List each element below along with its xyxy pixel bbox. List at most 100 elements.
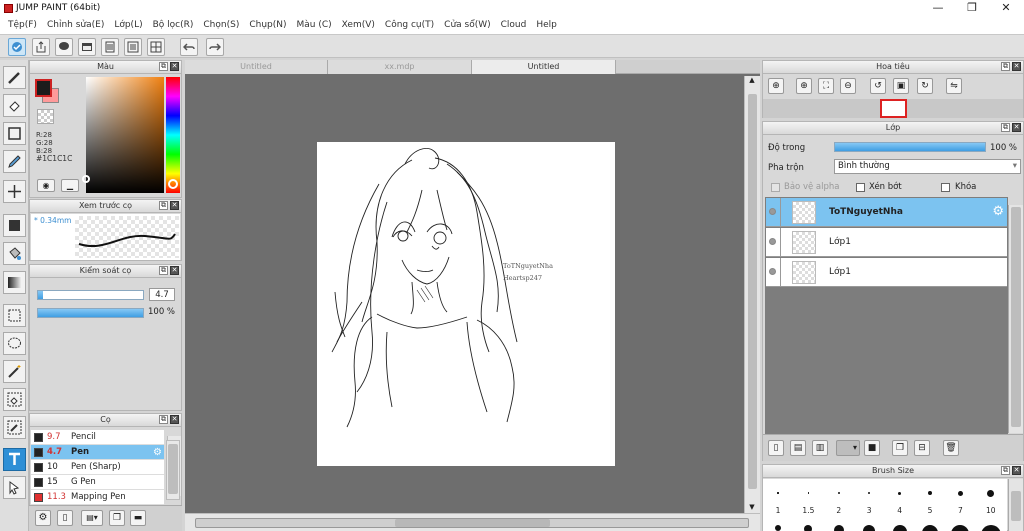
- gradient-tool[interactable]: [3, 271, 26, 294]
- panel-close-icon[interactable]: ✕: [170, 62, 179, 71]
- menu-snap[interactable]: Chụp(N): [244, 20, 291, 30]
- visibility-eye-icon[interactable]: [769, 268, 776, 275]
- layer-list-scrollbar[interactable]: [1008, 205, 1023, 433]
- lasso-tool[interactable]: [3, 332, 26, 355]
- panel-close-icon[interactable]: ✕: [170, 266, 179, 275]
- layer-scroll-thumb[interactable]: [1011, 207, 1021, 427]
- menu-edit[interactable]: Chỉnh sửa(E): [42, 20, 109, 30]
- nav-zoom-fit-button[interactable]: ⊕: [768, 78, 784, 94]
- panel-close-icon[interactable]: ✕: [1012, 62, 1021, 71]
- brush-size-cell[interactable]: 4: [885, 479, 915, 531]
- rect-tool[interactable]: [3, 122, 26, 145]
- duplicate-layer-button[interactable]: ❐: [892, 440, 908, 456]
- comment-button[interactable]: [55, 38, 73, 56]
- layer-type-dropdown[interactable]: ▾: [836, 440, 860, 456]
- grid-button[interactable]: [147, 38, 165, 56]
- panel-float-icon[interactable]: ⧉: [159, 415, 168, 424]
- panel-button[interactable]: [78, 38, 96, 56]
- tab-xx-mdp[interactable]: xx.mdp: [328, 60, 472, 74]
- text-tool[interactable]: [3, 448, 26, 471]
- close-button[interactable]: ✕: [988, 0, 1024, 16]
- brush-copy-button[interactable]: ❐: [109, 510, 125, 526]
- move-tool[interactable]: [3, 180, 26, 203]
- visibility-eye-icon[interactable]: [769, 208, 776, 215]
- brush-item[interactable]: 11.3 Mapping Pen: [31, 490, 164, 505]
- nav-reset-button[interactable]: ▣: [893, 78, 909, 94]
- select-rect-tool[interactable]: [3, 304, 26, 327]
- new-folder-button[interactable]: ■: [864, 440, 880, 456]
- color-palette-button[interactable]: ◉: [37, 179, 55, 192]
- saturation-value-picker[interactable]: [86, 77, 164, 193]
- panel-close-icon[interactable]: ✕: [170, 201, 179, 210]
- brush-item[interactable]: 9.7 Pencil: [31, 430, 164, 445]
- page-button[interactable]: [101, 38, 119, 56]
- brush-size-scrollbar[interactable]: [1008, 479, 1023, 531]
- bucket-tool[interactable]: [3, 242, 26, 265]
- menu-view[interactable]: Xem(V): [337, 20, 380, 30]
- scroll-up-arrow-icon[interactable]: ▲: [744, 76, 760, 84]
- canvas-horizontal-scrollbar[interactable]: [185, 513, 760, 531]
- layer-row[interactable]: Lớp1: [766, 228, 1007, 257]
- nav-zoom-out-button[interactable]: ⊖: [840, 78, 856, 94]
- panel-float-icon[interactable]: ⧉: [159, 62, 168, 71]
- brush-size-slider[interactable]: [37, 290, 144, 300]
- brush-size-cell[interactable]: 1.5: [793, 479, 823, 531]
- new-8bit-layer-button[interactable]: ▥: [812, 440, 828, 456]
- redo-button[interactable]: [206, 38, 224, 56]
- eraser-tool[interactable]: [3, 94, 26, 117]
- nav-rotate-left-button[interactable]: ↺: [870, 78, 886, 94]
- brush-size-value[interactable]: 4.7: [149, 288, 175, 301]
- lock-checkbox[interactable]: [941, 183, 950, 192]
- layer-settings-gear-icon[interactable]: ⚙: [992, 204, 1004, 219]
- brush-size-cell[interactable]: 5: [915, 479, 945, 531]
- navigator-viewport[interactable]: [880, 99, 907, 118]
- menu-select[interactable]: Chọn(S): [198, 20, 244, 30]
- layer-row[interactable]: Lớp1: [766, 258, 1007, 287]
- brush-item[interactable]: 10 Pen (Sharp): [31, 460, 164, 475]
- hue-cursor[interactable]: [168, 179, 178, 189]
- panel-float-icon[interactable]: ⧉: [1001, 123, 1010, 132]
- list-button[interactable]: [124, 38, 142, 56]
- delete-layer-button[interactable]: 🗑: [943, 440, 959, 456]
- brush-size-cell[interactable]: 3: [854, 479, 884, 531]
- nav-flip-button[interactable]: ⇋: [946, 78, 962, 94]
- brush-list-vscroll[interactable]: [166, 440, 180, 500]
- brush-settings-button[interactable]: ⚙: [35, 510, 51, 526]
- magic-wand-tool[interactable]: [3, 360, 26, 383]
- foreground-color-swatch[interactable]: [35, 79, 52, 97]
- new-brush-button[interactable]: ▯: [57, 510, 73, 526]
- select-eraser-tool[interactable]: [3, 388, 26, 411]
- brush-tool[interactable]: [3, 66, 26, 89]
- panel-float-icon[interactable]: ⧉: [1001, 466, 1010, 475]
- cloud-sync-button[interactable]: [8, 38, 26, 56]
- menu-tools[interactable]: Công cụ(T): [380, 20, 439, 30]
- layer-row[interactable]: ToTNguyetNha ⚙: [766, 198, 1007, 227]
- menu-color[interactable]: Màu (C): [292, 20, 337, 30]
- transparent-color-swatch[interactable]: [37, 109, 54, 124]
- menu-filter[interactable]: Bộ lọc(R): [148, 20, 199, 30]
- merge-layer-button[interactable]: ⊟: [914, 440, 930, 456]
- canvas-vertical-scrollbar[interactable]: [744, 76, 760, 513]
- layer-opacity-slider[interactable]: [834, 142, 986, 152]
- new-halftone-layer-button[interactable]: ▤: [790, 440, 806, 456]
- new-layer-button[interactable]: ▯: [768, 440, 784, 456]
- canvas-hscroll-grip[interactable]: [395, 519, 550, 527]
- brush-opacity-slider[interactable]: [37, 308, 144, 318]
- menu-window[interactable]: Cửa sổ(W): [439, 20, 495, 30]
- tab-untitled-2[interactable]: Untitled: [472, 60, 616, 74]
- minimize-button[interactable]: —: [920, 0, 956, 16]
- fill-rect-tool[interactable]: [3, 214, 26, 237]
- brush-folder-button[interactable]: ▬: [130, 510, 146, 526]
- share-button[interactable]: [32, 38, 50, 56]
- tab-untitled-1[interactable]: Untitled: [185, 60, 328, 74]
- undo-button[interactable]: [180, 38, 198, 56]
- brush-size-cell[interactable]: 10: [976, 479, 1006, 531]
- panel-close-icon[interactable]: ✕: [1012, 123, 1021, 132]
- brush-size-cell[interactable]: 2: [824, 479, 854, 531]
- menu-file[interactable]: Tệp(F): [3, 20, 42, 30]
- menu-layer[interactable]: Lớp(L): [109, 20, 147, 30]
- brush-item[interactable]: 15 G Pen: [31, 475, 164, 490]
- panel-float-icon[interactable]: ⧉: [159, 266, 168, 275]
- brush-menu-button[interactable]: ▤▾: [81, 510, 103, 526]
- menu-help[interactable]: Help: [531, 20, 562, 30]
